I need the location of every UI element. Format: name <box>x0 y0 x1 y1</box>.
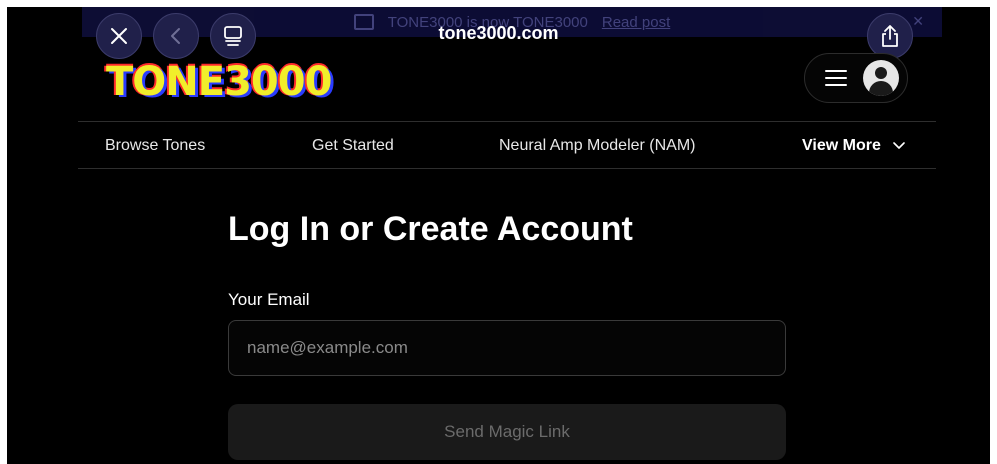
chevron-down-icon <box>893 141 905 149</box>
browser-viewport: TONE3000 is now TONE3000 Read post ✕ ton… <box>7 7 990 464</box>
view-more-label: View More <box>802 137 881 154</box>
email-label: Your Email <box>228 290 310 309</box>
site-logo[interactable]: TONE3000 <box>106 59 332 105</box>
nav-browse-tones[interactable]: Browse Tones <box>105 137 205 155</box>
nav-neural-amp-modeler[interactable]: Neural Amp Modeler (NAM) <box>499 137 696 155</box>
send-magic-link-button[interactable]: Send Magic Link <box>228 404 786 460</box>
account-menu[interactable] <box>804 53 908 103</box>
hamburger-icon[interactable] <box>825 69 847 87</box>
logo-text: TONE3000 <box>106 59 332 105</box>
page-title: Log In or Create Account <box>228 210 633 248</box>
nav-view-more[interactable]: View More <box>802 137 905 155</box>
share-icon <box>882 25 898 47</box>
email-field[interactable] <box>228 320 786 376</box>
nav-get-started[interactable]: Get Started <box>312 137 394 155</box>
address-bar-url[interactable]: tone3000.com <box>7 23 990 44</box>
main-nav: Browse Tones Get Started Neural Amp Mode… <box>78 121 936 169</box>
user-avatar-icon[interactable] <box>863 60 899 96</box>
